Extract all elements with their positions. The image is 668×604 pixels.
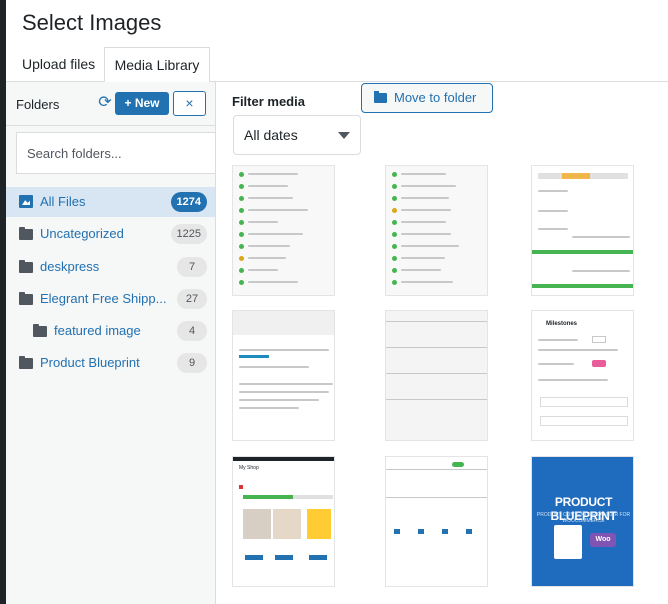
folder-item-uncategorized[interactable]: Uncategorized 1225	[6, 219, 215, 249]
folder-icon	[19, 292, 33, 305]
image-icon	[19, 195, 33, 208]
media-modal: Select Images Upload files Media Library…	[6, 0, 668, 604]
media-thumbnail[interactable]	[385, 165, 488, 296]
folder-icon	[19, 227, 33, 240]
refresh-icon[interactable]: ⟳	[96, 94, 114, 112]
tab-upload-files[interactable]: Upload files	[13, 47, 104, 82]
folder-name: Uncategorized	[40, 226, 124, 241]
media-thumbnail[interactable]: Milestones	[531, 310, 634, 441]
date-filter-value: All dates	[244, 127, 298, 143]
tab-media-library[interactable]: Media Library	[104, 47, 210, 83]
document-icon	[554, 525, 582, 559]
media-thumbnail[interactable]	[385, 456, 488, 587]
folder-count: 9	[177, 353, 207, 373]
move-to-folder-button[interactable]: Move to folder	[361, 83, 493, 113]
folder-count: 1225	[170, 224, 207, 244]
folder-icon	[33, 324, 47, 337]
folder-item-elegrant-free-shipping[interactable]: Elegrant Free Shipp... 27	[6, 284, 215, 314]
woo-logo: Woo	[590, 533, 616, 547]
sidebar-header: Folders ⟳ + New ×	[6, 82, 215, 126]
folder-count: 4	[177, 321, 207, 341]
filter-media-label: Filter media	[232, 94, 305, 109]
folder-name: Elegrant Free Shipp...	[40, 291, 167, 306]
folder-count: 27	[177, 289, 207, 309]
chevron-down-icon	[338, 132, 350, 139]
folder-name: featured image	[54, 323, 141, 338]
folder-name: deskpress	[40, 259, 100, 274]
search-folders-input[interactable]	[16, 132, 215, 174]
folder-icon	[374, 91, 387, 103]
tab-bar: Upload files Media Library	[6, 47, 668, 83]
date-filter-select[interactable]: All dates	[233, 115, 361, 155]
media-thumbnail[interactable]: PRODUCT BLUEPRINT PRODUCT CONTENT ORGANI…	[531, 456, 634, 587]
media-thumbnail[interactable]: My Shop	[232, 456, 335, 587]
thumb-caption: My Shop	[239, 465, 259, 471]
folder-item-product-blueprint[interactable]: Product Blueprint 9	[6, 348, 215, 378]
folders-label: Folders	[16, 97, 60, 112]
thumb-caption: Milestones	[546, 321, 578, 327]
new-folder-button[interactable]: + New	[115, 92, 169, 115]
move-to-folder-label: Move to folder	[394, 90, 477, 105]
modal-title: Select Images	[22, 10, 162, 35]
media-thumbnail[interactable]	[232, 310, 335, 441]
folder-name: Product Blueprint	[40, 355, 140, 370]
folder-name: All Files	[40, 194, 86, 209]
folder-item-featured-image[interactable]: featured image 4	[6, 316, 215, 346]
media-thumbnail[interactable]	[385, 310, 488, 441]
folder-item-all-files[interactable]: All Files 1274	[6, 187, 215, 217]
thumb-subcaption: PRODUCT CONTENT ORGANIZER FOR WOOCOMMERC…	[536, 512, 631, 524]
folder-sidebar: Folders ⟳ + New × All Files 1274 Uncateg…	[6, 82, 216, 604]
folder-count: 7	[177, 257, 207, 277]
media-main: Filter media All dates Move to folder Mi…	[216, 82, 668, 604]
folder-icon	[19, 260, 33, 273]
folder-count: 1274	[170, 192, 207, 212]
close-sidebar-button[interactable]: ×	[173, 91, 206, 116]
media-thumbnail[interactable]	[531, 165, 634, 296]
folder-icon	[19, 356, 33, 369]
media-thumbnail[interactable]	[232, 165, 335, 296]
folder-item-deskpress[interactable]: deskpress 7	[6, 252, 215, 282]
